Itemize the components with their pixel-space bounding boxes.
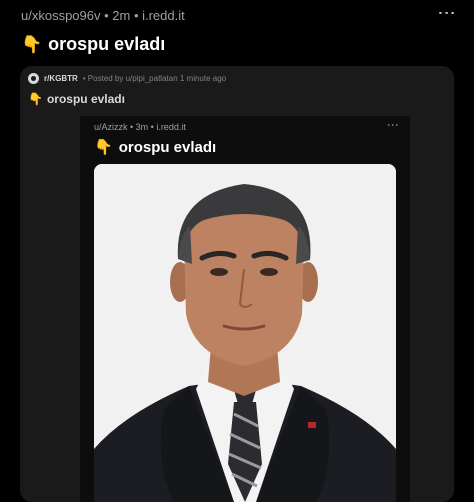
embed-meta: • Posted by u/pipi_patlatan 1 minute ago — [82, 74, 227, 83]
pointing-down-emoji: 👇 — [94, 139, 113, 156]
inner-screenshot: u/Azizzk • 3m • i.redd.it ⋮ 👇 orospu evl… — [80, 116, 410, 502]
pointing-down-emoji: 👇 — [21, 35, 43, 54]
post-title-text: orospu evladı — [48, 34, 166, 54]
more-options-icon[interactable]: ⋮ — [437, 4, 457, 22]
inner-more-options-icon: ⋮ — [386, 119, 400, 131]
embedded-post-card[interactable]: r/KGBTR • Posted by u/pipi_patlatan 1 mi… — [20, 66, 454, 502]
inner-meta: u/Azizzk • 3m • i.redd.it — [94, 122, 186, 132]
embed-title-text: orospu evladı — [46, 92, 125, 106]
portrait-illustration — [94, 164, 396, 502]
subreddit-name[interactable]: r/KGBTR — [44, 74, 78, 83]
pointing-down-emoji: 👇 — [28, 92, 43, 106]
embed-header: r/KGBTR • Posted by u/pipi_patlatan 1 mi… — [28, 73, 226, 84]
portrait-photo[interactable] — [94, 164, 396, 502]
embed-title[interactable]: 👇 orospu evladı — [28, 92, 125, 106]
inner-title: 👇 orospu evladı — [94, 138, 217, 157]
subreddit-icon — [28, 73, 39, 84]
post-title[interactable]: 👇 orospu evladı — [21, 34, 165, 55]
inner-title-text: orospu evladı — [118, 138, 217, 156]
post-meta[interactable]: u/xkosspo96v • 2m • i.redd.it — [21, 8, 185, 23]
